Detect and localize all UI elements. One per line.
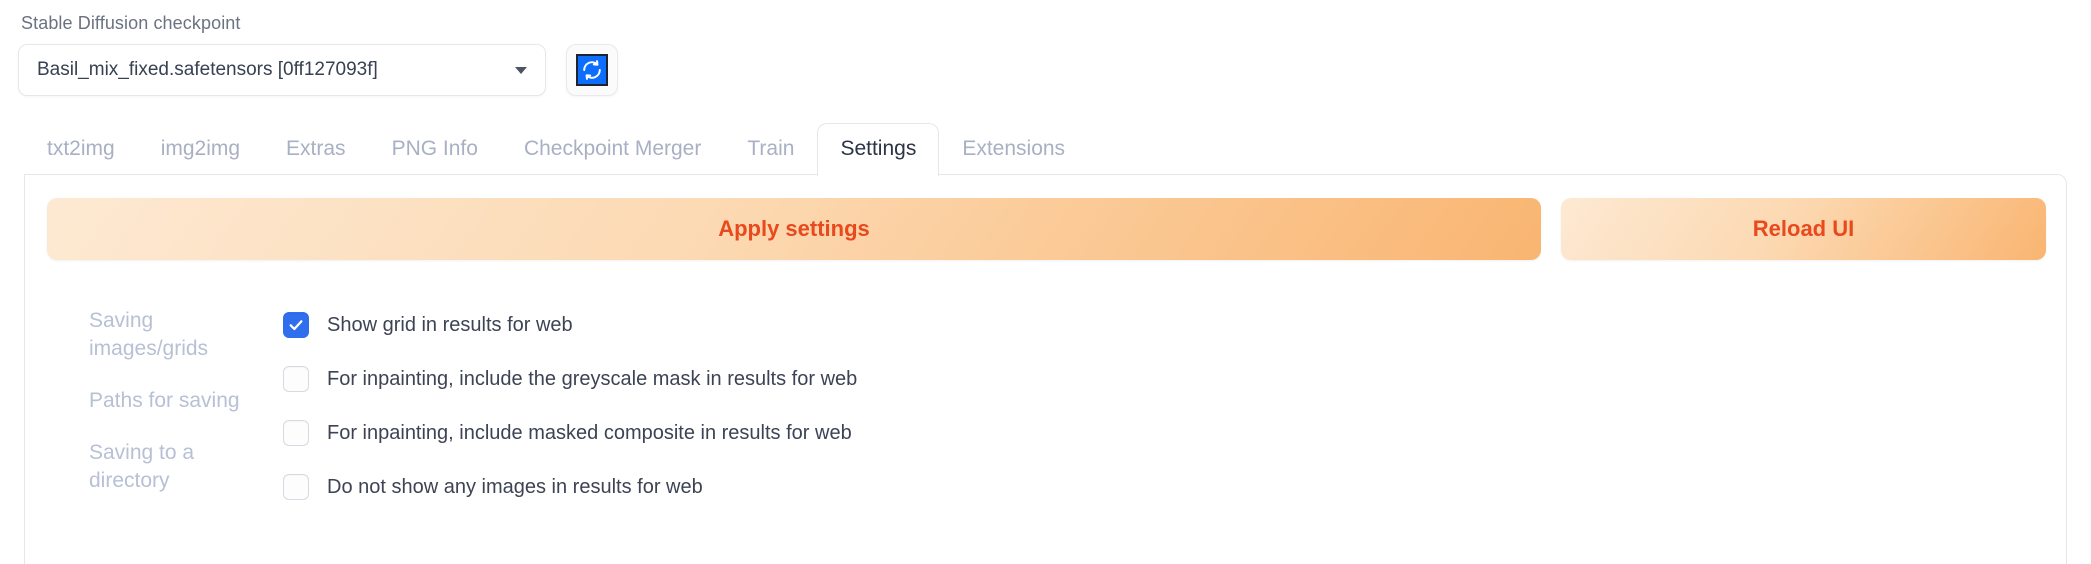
option-inpainting-masked-composite[interactable]: For inpainting, include masked composite…: [283, 413, 2046, 453]
sidebar-item-label: Paths for saving: [89, 389, 240, 412]
checkpoint-selector-block: Stable Diffusion checkpoint Basil_mix_fi…: [18, 12, 658, 96]
main-tab-bar: txt2img img2img Extras PNG Info Checkpoi…: [24, 122, 2067, 178]
option-label: Do not show any images in results for we…: [327, 475, 703, 498]
settings-section-nav: Saving images/grids Paths for saving Sav…: [47, 305, 272, 521]
tab-label: Settings: [840, 137, 917, 160]
checkbox-unchecked-icon[interactable]: [283, 420, 309, 446]
sidebar-item-paths-for-saving[interactable]: Paths for saving: [89, 387, 264, 415]
option-show-grid-in-results-for-web[interactable]: Show grid in results for web: [283, 305, 2046, 345]
option-do-not-show-any-images[interactable]: Do not show any images in results for we…: [283, 467, 2046, 507]
option-inpainting-greyscale-mask[interactable]: For inpainting, include the greyscale ma…: [283, 359, 2046, 399]
tab-checkpoint-merger[interactable]: Checkpoint Merger: [501, 123, 724, 176]
refresh-checkpoints-button[interactable]: [566, 44, 618, 96]
sidebar-item-saving-to-a-directory[interactable]: Saving to a directory: [89, 439, 264, 495]
tab-img2img[interactable]: img2img: [138, 123, 263, 176]
settings-action-row: Apply settings Reload UI: [47, 198, 2046, 260]
tab-label: Extensions: [962, 137, 1066, 160]
reload-ui-button[interactable]: Reload UI: [1561, 198, 2046, 260]
tab-extensions[interactable]: Extensions: [939, 123, 1088, 176]
checkpoint-selected-value: Basil_mix_fixed.safetensors [0ff127093f]: [37, 59, 378, 80]
tab-label: Train: [747, 137, 795, 160]
tab-label: Checkpoint Merger: [523, 137, 702, 160]
sidebar-item-saving-images-grids[interactable]: Saving images/grids: [89, 307, 264, 363]
checkpoint-label: Stable Diffusion checkpoint: [21, 13, 241, 33]
settings-panel: Apply settings Reload UI Saving images/g…: [24, 174, 2067, 564]
checkpoint-dropdown[interactable]: Basil_mix_fixed.safetensors [0ff127093f]: [18, 44, 546, 96]
tab-settings[interactable]: Settings: [817, 123, 940, 178]
settings-body: Saving images/grids Paths for saving Sav…: [47, 305, 2046, 521]
checkpoint-row: Basil_mix_fixed.safetensors [0ff127093f]: [18, 44, 658, 96]
checkbox-unchecked-icon[interactable]: [283, 474, 309, 500]
sidebar-item-label: Saving images/grids: [89, 309, 209, 360]
tab-png-info[interactable]: PNG Info: [369, 123, 501, 176]
tab-extras[interactable]: Extras: [263, 123, 369, 176]
tab-label: txt2img: [47, 137, 115, 160]
option-label: For inpainting, include the greyscale ma…: [327, 367, 858, 390]
stable-diffusion-webui: Stable Diffusion checkpoint Basil_mix_fi…: [0, 0, 2091, 564]
checkbox-unchecked-icon[interactable]: [283, 366, 309, 392]
refresh-icon: [576, 54, 608, 86]
tab-txt2img[interactable]: txt2img: [24, 123, 138, 176]
tab-label: Extras: [286, 137, 346, 160]
tab-label: img2img: [160, 137, 241, 160]
option-label: Show grid in results for web: [327, 313, 573, 336]
tab-train[interactable]: Train: [724, 123, 817, 176]
apply-settings-button[interactable]: Apply settings: [47, 198, 1541, 260]
sidebar-item-label: Saving to a directory: [89, 441, 195, 492]
settings-options-list: Show grid in results for web For inpaint…: [272, 305, 2046, 521]
tab-label: PNG Info: [391, 137, 478, 160]
chevron-down-icon: [515, 66, 527, 74]
checkbox-checked-icon[interactable]: [283, 312, 309, 338]
option-label: For inpainting, include masked composite…: [327, 421, 852, 444]
